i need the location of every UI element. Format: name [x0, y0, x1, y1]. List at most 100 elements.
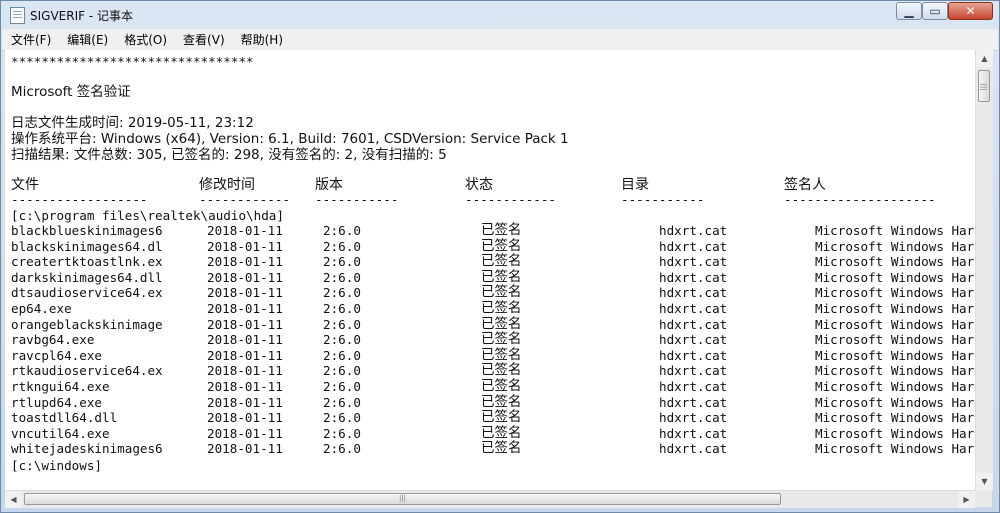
signer-cell: Microsoft Windows Har: [815, 238, 975, 254]
notepad-window: SIGVERIF - 记事本 ▁ ▭ ✕ 文件(F) 编辑(E) 格式(O) 查看(V…: [0, 0, 1000, 513]
signer-cell: Microsoft Windows Har: [815, 254, 975, 270]
catalog-cell: hdxrt.cat: [659, 254, 728, 270]
status-cell: 已签名: [481, 409, 522, 426]
version-cell: 2:6.0: [323, 363, 361, 379]
file-name-cell: blackskinimages64.dl: [11, 238, 163, 254]
underline-version: -----------: [315, 192, 399, 207]
signer-cell: Microsoft Windows Har: [815, 410, 975, 426]
status-cell: 已签名: [481, 362, 522, 379]
modified-date-cell: 2018-01-11: [207, 347, 283, 363]
scroll-right-arrow-icon[interactable]: ▶: [958, 491, 975, 508]
modified-date-cell: 2018-01-11: [207, 285, 283, 301]
signer-cell: Microsoft Windows Har: [815, 394, 975, 410]
version-cell: 2:6.0: [323, 347, 361, 363]
signer-cell: Microsoft Windows Har: [815, 347, 975, 363]
directory-line: [c:\windows]: [11, 458, 102, 473]
catalog-cell: hdxrt.cat: [659, 425, 728, 441]
catalog-cell: hdxrt.cat: [659, 410, 728, 426]
close-button[interactable]: ✕: [948, 2, 993, 20]
status-cell: 已签名: [481, 331, 522, 348]
version-cell: 2:6.0: [323, 301, 361, 316]
catalog-cell: hdxrt.cat: [659, 301, 728, 316]
menu-format[interactable]: 格式(O): [117, 30, 174, 51]
title-bar[interactable]: SIGVERIF - 记事本 ▁ ▭ ✕: [1, 1, 999, 29]
version-cell: 2:6.0: [323, 223, 361, 238]
modified-date-cell: 2018-01-11: [207, 379, 283, 394]
signer-cell: Microsoft Windows Har: [815, 363, 975, 379]
menu-edit[interactable]: 编辑(E): [60, 30, 115, 51]
signer-cell: Microsoft Windows Har: [815, 441, 975, 457]
menu-file[interactable]: 文件(F): [4, 30, 58, 51]
version-cell: 2:6.0: [323, 254, 361, 270]
vertical-scrollbar[interactable]: ▲ ▼: [975, 50, 993, 490]
modified-date-cell: 2018-01-11: [207, 363, 283, 379]
scrollbar-corner: [975, 490, 992, 507]
status-cell: 已签名: [481, 378, 522, 394]
signer-cell: Microsoft Windows Har: [815, 316, 975, 332]
signer-cell: Microsoft Windows Har: [815, 285, 975, 301]
menu-bar: 文件(F) 编辑(E) 格式(O) 查看(V) 帮助(H): [2, 29, 998, 51]
window-title: SIGVERIF - 记事本: [30, 9, 133, 23]
text-editor-area[interactable]: ******************************** Microso…: [5, 50, 975, 490]
modified-date-cell: 2018-01-11: [207, 269, 283, 285]
file-name-cell: rtkngui64.exe: [11, 379, 110, 394]
status-cell: 已签名: [481, 440, 522, 457]
file-name-cell: ravcpl64.exe: [11, 347, 102, 363]
minimize-button[interactable]: ▁: [896, 2, 922, 20]
horizontal-scroll-thumb[interactable]: [24, 493, 781, 505]
status-cell: 已签名: [481, 300, 522, 316]
file-name-cell: dtsaudioservice64.ex: [11, 285, 163, 301]
modified-date-cell: 2018-01-11: [207, 441, 283, 457]
modified-date-cell: 2018-01-11: [207, 425, 283, 441]
scroll-left-arrow-icon[interactable]: ◀: [5, 491, 22, 508]
file-name-cell: creatertktoastlnk.ex: [11, 254, 163, 270]
scroll-up-arrow-icon[interactable]: ▲: [976, 50, 993, 67]
file-name-cell: rtkaudioservice64.ex: [11, 363, 163, 379]
catalog-cell: hdxrt.cat: [659, 332, 728, 348]
status-cell: 已签名: [481, 222, 522, 238]
maximize-button[interactable]: ▭: [922, 2, 948, 20]
modified-date-cell: 2018-01-11: [207, 316, 283, 332]
catalog-cell: hdxrt.cat: [659, 238, 728, 254]
version-cell: 2:6.0: [323, 238, 361, 254]
underline-modified: ------------: [199, 192, 290, 207]
horizontal-scrollbar[interactable]: ◀ ▶: [5, 490, 975, 508]
status-cell: 已签名: [481, 237, 522, 254]
catalog-cell: hdxrt.cat: [659, 394, 728, 410]
modified-date-cell: 2018-01-11: [207, 301, 283, 316]
modified-date-cell: 2018-01-11: [207, 238, 283, 254]
catalog-cell: hdxrt.cat: [659, 223, 728, 238]
underline-catalog: -----------: [621, 192, 705, 207]
modified-date-cell: 2018-01-11: [207, 410, 283, 426]
version-cell: 2:6.0: [323, 441, 361, 457]
signer-cell: Microsoft Windows Har: [815, 379, 975, 394]
menu-help[interactable]: 帮助(H): [234, 30, 290, 51]
signer-cell: Microsoft Windows Har: [815, 301, 975, 316]
catalog-cell: hdxrt.cat: [659, 285, 728, 301]
catalog-cell: hdxrt.cat: [659, 363, 728, 379]
underline-file: ------------------: [11, 192, 148, 207]
version-cell: 2:6.0: [323, 332, 361, 348]
status-cell: 已签名: [481, 315, 522, 332]
catalog-cell: hdxrt.cat: [659, 347, 728, 363]
version-cell: 2:6.0: [323, 394, 361, 410]
file-name-cell: vncutil64.exe: [11, 425, 110, 441]
file-name-cell: orangeblackskinimage: [11, 316, 163, 332]
version-cell: 2:6.0: [323, 316, 361, 332]
notepad-icon: [10, 7, 25, 24]
signer-cell: Microsoft Windows Har: [815, 269, 975, 285]
file-name-cell: ep64.exe: [11, 301, 72, 316]
version-cell: 2:6.0: [323, 269, 361, 285]
catalog-cell: hdxrt.cat: [659, 269, 728, 285]
signer-cell: Microsoft Windows Har: [815, 223, 975, 238]
underline-status: ------------: [465, 192, 556, 207]
modified-date-cell: 2018-01-11: [207, 223, 283, 238]
version-cell: 2:6.0: [323, 410, 361, 426]
vertical-scroll-thumb[interactable]: [978, 70, 990, 102]
scroll-down-arrow-icon[interactable]: ▼: [976, 473, 993, 490]
modified-date-cell: 2018-01-11: [207, 332, 283, 348]
heading-line: Microsoft 签名验证: [11, 84, 131, 100]
menu-view[interactable]: 查看(V): [176, 30, 232, 51]
file-name-cell: rtlupd64.exe: [11, 394, 102, 410]
version-cell: 2:6.0: [323, 285, 361, 301]
